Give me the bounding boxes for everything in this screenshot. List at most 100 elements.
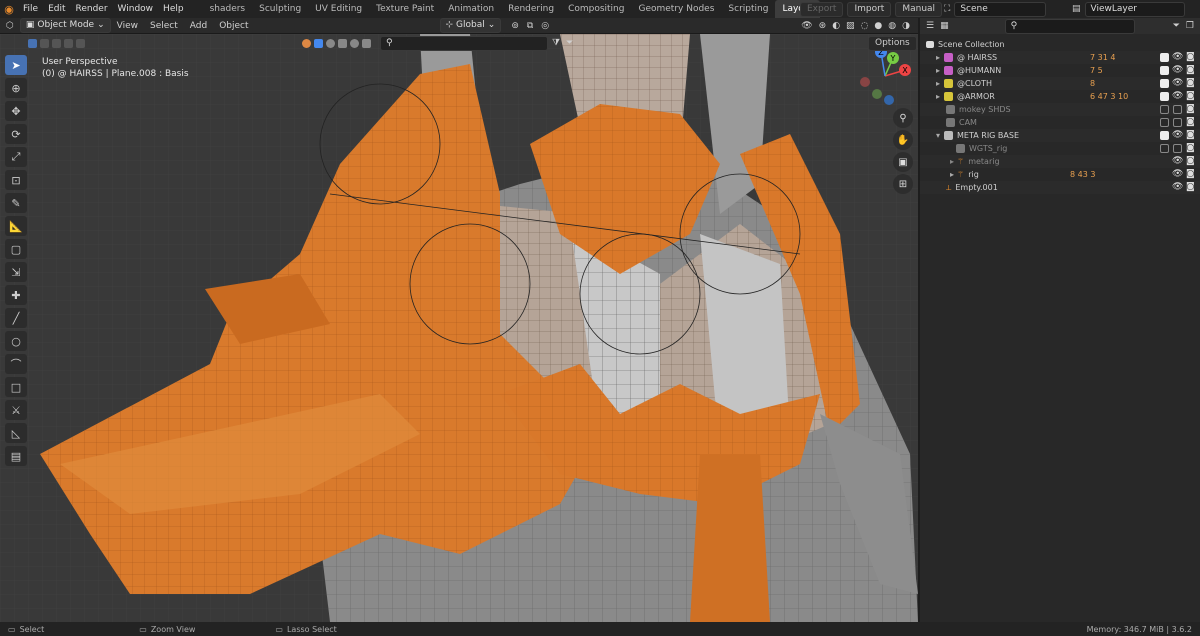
display-mode-icon[interactable]: ▦ [940,21,949,31]
render-camera-icon[interactable]: ◙ [1186,52,1195,62]
menu-file[interactable]: File [18,4,43,14]
filter-camera-icon[interactable] [350,38,359,48]
render-camera-icon[interactable]: ◙ [1186,104,1195,114]
menu-render[interactable]: Render [71,4,113,14]
line-tool-icon[interactable]: ╱ [5,308,27,328]
measure-tool-icon[interactable]: 📐 [5,216,27,236]
cursor-tool-icon[interactable]: ⊕ [5,78,27,98]
eye-icon[interactable]: 👁 [1172,130,1183,140]
eye-icon[interactable]: 👁 [1172,52,1183,62]
outliner-row-meta-rig-base[interactable]: ▾ META RIG BASE 👁 ◙ [920,129,1200,142]
add-menu[interactable]: Add [184,21,213,31]
scene-collection-row[interactable]: Scene Collection [920,38,1200,51]
filter-light-icon[interactable] [338,38,347,48]
add-cube-tool-icon[interactable]: ▢ [5,239,27,259]
ruler-tool-icon[interactable]: ▤ [5,446,27,466]
rendered-shading-icon[interactable]: ◑ [902,21,910,31]
exclude-checkbox[interactable] [1160,144,1169,153]
select-new-icon[interactable] [28,38,37,48]
render-camera-icon[interactable]: ◙ [1186,91,1195,101]
disclosure-triangle-icon[interactable]: ▸ [936,53,940,62]
eye-icon[interactable]: 👁 [1172,78,1183,88]
tab-shaders[interactable]: shaders [203,0,253,18]
transform-tool-icon[interactable]: ⊡ [5,170,27,190]
filter-empty-icon[interactable] [362,38,371,48]
outliner-row-cam[interactable]: CAM ◙ [920,116,1200,129]
export-button[interactable]: Export [800,1,844,17]
disclosure-triangle-icon[interactable]: ▸ [936,79,940,88]
render-camera-icon[interactable]: ◙ [1186,182,1195,192]
outliner-row-wgts-rig[interactable]: WGTS_rig ◙ [920,142,1200,155]
outliner-editor-icon[interactable]: ☰ [926,21,934,31]
outliner-row-empty-001[interactable]: ⟂ Empty.001 👁 ◙ [920,181,1200,194]
outliner-row-humann[interactable]: ▸ @HUMANN 7 5 👁 ◙ [920,64,1200,77]
menu-help[interactable]: Help [158,4,189,14]
camera-icon[interactable]: ▣ [893,152,913,172]
annotate-tool-icon[interactable]: ✎ [5,193,27,213]
disclosure-triangle-icon[interactable]: ▸ [936,92,940,101]
mode-dropdown[interactable]: ▣ Object Mode ⌄ [19,18,111,33]
blender-logo-icon[interactable]: ◉ [0,0,18,18]
snap-icon[interactable]: ⧉ [527,21,533,31]
manual-button[interactable]: Manual [895,1,943,17]
eye-icon[interactable]: 👁 [1172,91,1183,101]
eye-icon[interactable]: 👁 [1172,169,1183,179]
viewport-search-input[interactable]: ⚲ [380,35,548,51]
outliner-row-mokey-shds[interactable]: mokey SHDS ◙ [920,103,1200,116]
render-camera-icon[interactable]: ◙ [1186,169,1195,179]
zoom-icon[interactable]: ⚲ [893,108,913,128]
select-invert-icon[interactable] [64,38,73,48]
select-tool-icon[interactable]: ➤ [5,55,27,75]
exclude-checkbox[interactable] [1160,131,1169,140]
scene-field[interactable]: Scene [954,1,1047,17]
eye-icon[interactable]: 👁 [1172,156,1183,166]
scale-tool-icon[interactable]: ⤢ [5,147,27,167]
render-camera-icon[interactable]: ◙ [1186,130,1195,140]
eye-icon[interactable]: 👁 [1172,65,1183,75]
outliner-row-armor[interactable]: ▸ @ARMOR 6 47 3 10 👁 ◙ [920,90,1200,103]
navigation-gizmo[interactable]: X Y Z [855,46,915,106]
outliner-row-rig[interactable]: ▸ ⚚ rig 8 43 3 👁 ◙ [920,168,1200,181]
outliner-row-hairss[interactable]: ▸ @ HAIRSS 7 31 4 👁 ◙ [920,51,1200,64]
eye-icon[interactable]: 👁 [1172,182,1183,192]
move-tool-icon[interactable]: ✥ [5,101,27,121]
select-menu[interactable]: Select [144,21,184,31]
render-camera-icon[interactable]: ◙ [1186,65,1195,75]
disclosure-triangle-icon[interactable]: ▸ [950,170,954,179]
tab-texture-paint[interactable]: Texture Paint [369,0,441,18]
pan-hand-icon[interactable]: ✋ [893,130,913,150]
arc-tool-icon[interactable]: ⌒ [5,354,27,374]
filter-all-icon[interactable] [302,38,311,48]
proportional-edit-icon[interactable]: ◎ [541,21,549,31]
exclude-checkbox[interactable] [1160,118,1169,127]
outliner-row-metarig[interactable]: ▸ ⚚ metarig 👁 ◙ [920,155,1200,168]
exclude-checkbox[interactable] [1160,53,1169,62]
new-collection-icon[interactable]: ❐ [1186,21,1194,31]
exclude-checkbox[interactable] [1160,92,1169,101]
wireframe-shading-icon[interactable]: ◌ [861,21,869,31]
hide-checkbox[interactable] [1173,105,1182,114]
rotate-tool-icon[interactable]: ⟳ [5,124,27,144]
material-shading-icon[interactable]: ◍ [888,21,896,31]
select-subtract-icon[interactable] [52,38,61,48]
extrude-tool-icon[interactable]: ⇲ [5,262,27,282]
tab-animation[interactable]: Animation [441,0,501,18]
menu-edit[interactable]: Edit [43,4,70,14]
tab-rendering[interactable]: Rendering [501,0,561,18]
render-camera-icon[interactable]: ◙ [1186,156,1195,166]
exclude-checkbox[interactable] [1160,79,1169,88]
filter-mesh-icon[interactable] [314,38,323,48]
transform-orientation-dropdown[interactable]: ⊹ Global ⌄ [439,18,502,33]
visibility-icon[interactable]: 👁 [801,21,812,31]
menu-window[interactable]: Window [113,4,159,14]
object-menu[interactable]: Object [213,21,254,31]
view-menu[interactable]: View [111,21,144,31]
tab-uv-editing[interactable]: UV Editing [308,0,369,18]
exclude-checkbox[interactable] [1160,66,1169,75]
hide-checkbox[interactable] [1173,118,1182,127]
render-camera-icon[interactable]: ◙ [1186,78,1195,88]
3d-viewport[interactable]: User Perspective (0) @ HAIRSS | Plane.00… [0,34,918,622]
outliner-filter-icon[interactable]: ⏷ [1173,21,1180,31]
import-button[interactable]: Import [847,1,892,17]
filter-curve-icon[interactable] [326,38,335,48]
